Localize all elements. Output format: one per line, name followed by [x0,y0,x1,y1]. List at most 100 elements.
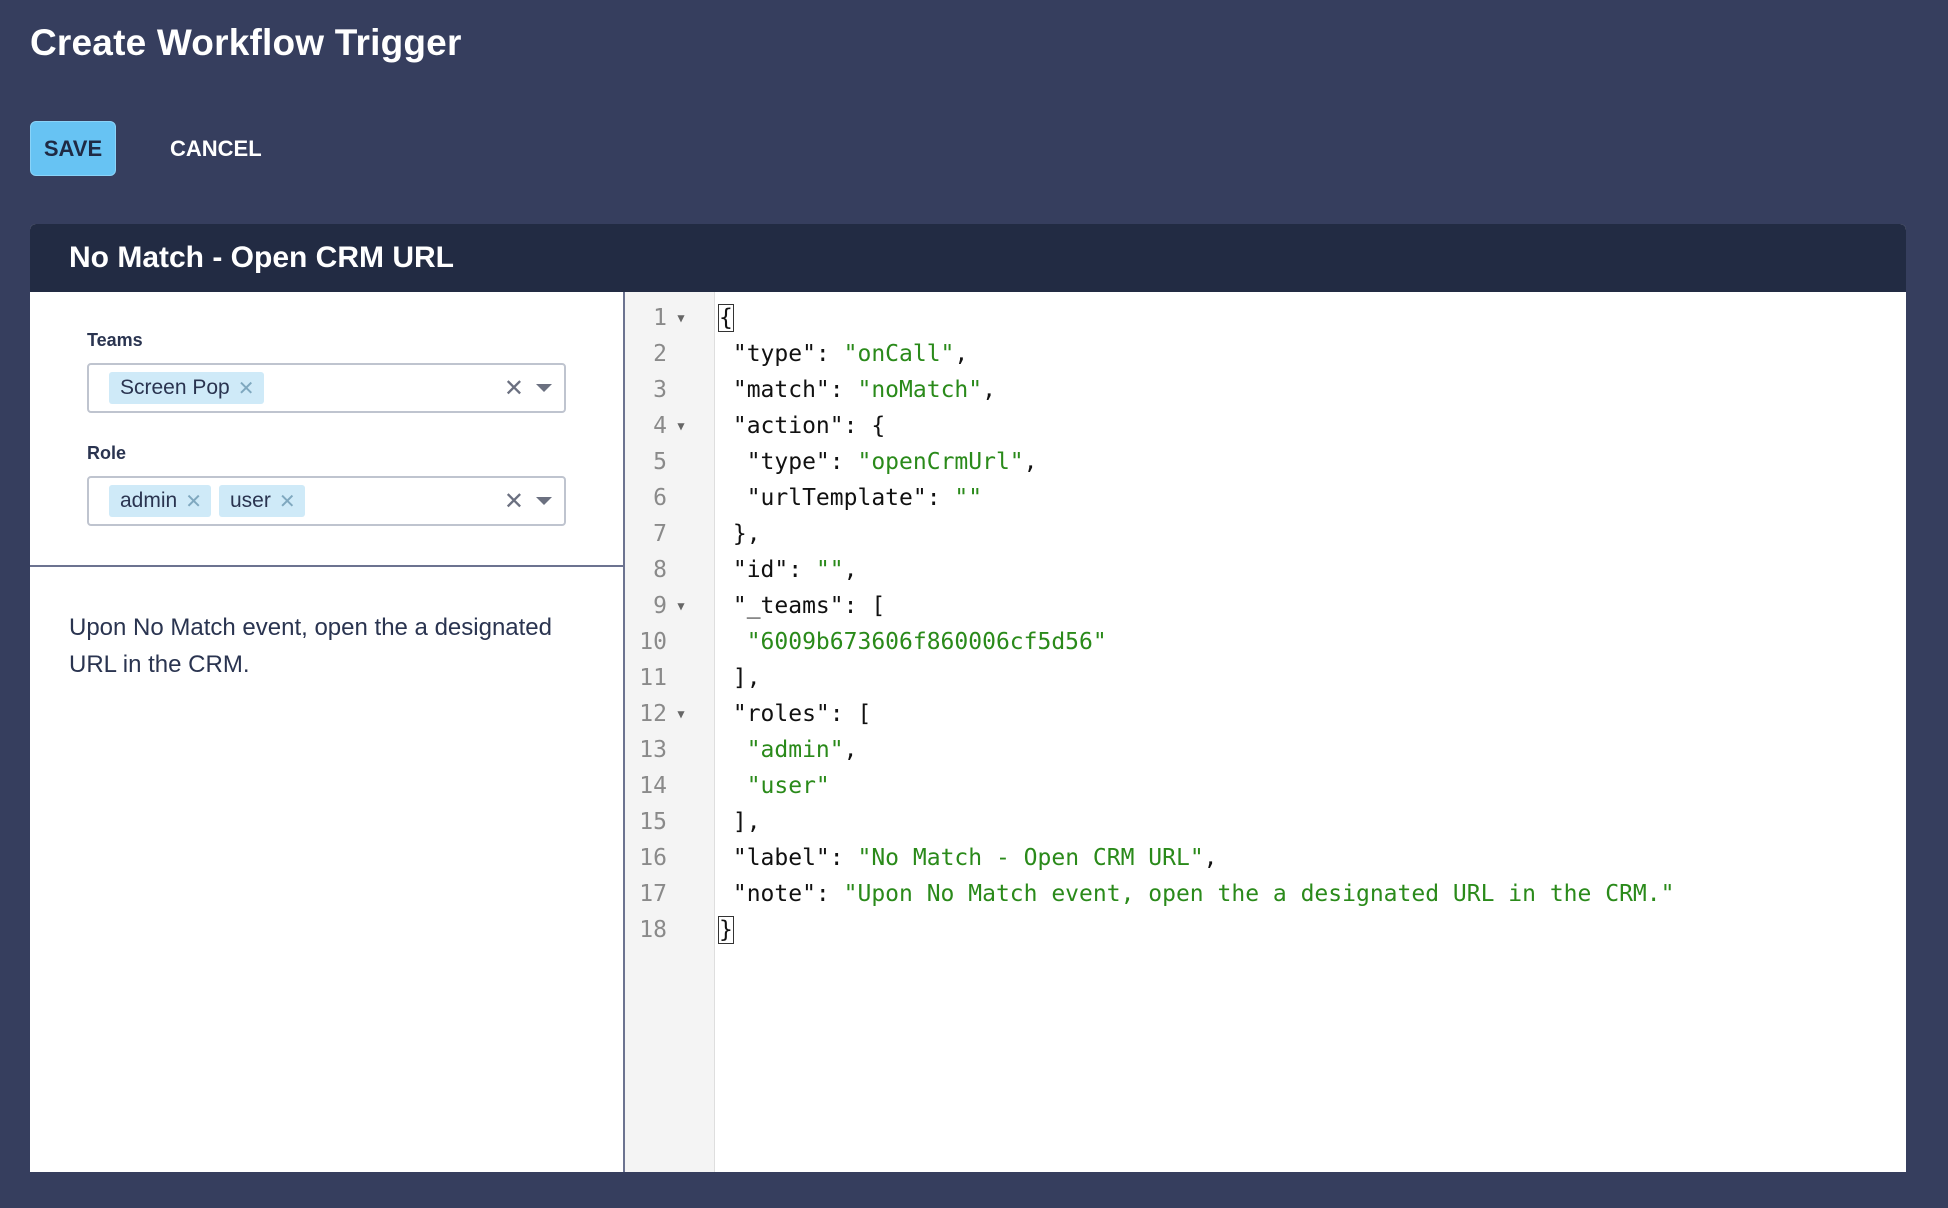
line-number-text: 10 [639,629,667,655]
teams-chip-label: Screen Pop [120,376,230,399]
line-number: 1 ▼ [625,300,714,336]
code-line: }, [719,516,1906,552]
code-token: "label": [719,845,858,871]
editor-code[interactable]: { "type": "onCall", "match": "noMatch", … [715,292,1906,1172]
code-line: "action": { [719,408,1906,444]
code-string-token: "onCall" [843,341,955,367]
code-token: } [718,916,734,944]
json-editor[interactable]: 1 ▼ 2 3 4 ▼ 5 6 7 8 9 ▼ 10 11 12 ▼ 13 14 15 16 17 18 { "type"… [625,292,1906,1172]
line-number: 5 [625,444,714,480]
code-line: "label": "No Match - Open CRM URL", [719,840,1906,876]
role-clear-icon[interactable]: ✕ [504,487,524,516]
code-token: ], [719,665,761,691]
code-token: "type": [719,341,844,367]
remove-chip-icon[interactable]: ✕ [279,489,296,514]
code-token: "urlTemplate": [719,485,955,511]
line-number: 2 [625,336,714,372]
page-title: Create Workflow Trigger [30,22,462,63]
line-number-text: 6 [653,485,667,511]
trigger-panel: No Match - Open CRM URL Teams Screen Pop… [30,224,1906,1172]
code-line: "_teams": [ [719,588,1906,624]
remove-chip-icon[interactable]: ✕ [238,376,255,401]
code-token: , [1023,449,1038,475]
code-line: "6009b673606f860006cf5d56" [719,624,1906,660]
editor-gutter: 1 ▼ 2 3 4 ▼ 5 6 7 8 9 ▼ 10 11 12 ▼ 13 14 15 16 17 18 [625,292,715,1172]
line-number-text: 14 [639,773,667,799]
role-chip-label: user [229,489,271,512]
code-token: , [954,341,969,367]
code-line: ], [719,804,1906,840]
code-string-token: "admin" [719,737,844,763]
code-token: "id": [719,557,816,583]
line-number: 18 [625,912,714,948]
code-token: , [1203,845,1218,871]
save-button[interactable]: SAVE [30,121,116,176]
line-number: 7 [625,516,714,552]
teams-label: Teams [87,330,143,350]
code-string-token: "6009b673606f860006cf5d56" [719,629,1107,655]
panel-title: No Match - Open CRM URL [30,224,1906,292]
code-line: "user" [719,768,1906,804]
fold-arrow-icon[interactable]: ▼ [667,419,695,433]
line-number-text: 18 [639,917,667,943]
line-number: 9 ▼ [625,588,714,624]
line-number: 14 [625,768,714,804]
line-number: 13 [625,732,714,768]
line-number-text: 5 [653,449,667,475]
line-number-text: 13 [639,737,667,763]
line-number-text: 1 [653,305,667,331]
code-token: "note": [719,881,844,907]
role-label: Role [87,443,127,463]
settings-column: Teams Screen Pop ✕ ✕ Role admin ✕ user ✕ ✕ U… [30,292,625,1172]
code-token: , [982,377,996,403]
code-string-token: "" [815,557,844,583]
code-line: "match": "noMatch", [719,372,1906,408]
line-number-text: 3 [653,377,667,403]
fold-arrow-icon[interactable]: ▼ [667,599,695,613]
panel-body: Teams Screen Pop ✕ ✕ Role admin ✕ user ✕ ✕ U… [30,292,1906,1172]
code-token: "roles": [ [719,701,872,727]
line-number-text: 16 [639,845,667,871]
code-string-token: "user" [719,773,830,799]
teams-chips: Screen Pop ✕ [109,372,504,404]
role-chip: user ✕ [218,485,305,517]
code-line: "admin", [719,732,1906,768]
line-number-text: 9 [653,593,667,619]
teams-select[interactable]: Screen Pop ✕ ✕ [87,363,566,413]
line-number: 16 [625,840,714,876]
line-number-text: 8 [653,557,667,583]
code-string-token: "" [954,485,983,511]
code-token: , [843,557,858,583]
role-chevron-down-icon[interactable] [536,497,552,505]
remove-chip-icon[interactable]: ✕ [185,489,202,514]
role-select[interactable]: admin ✕ user ✕ ✕ [87,476,566,526]
line-number: 11 [625,660,714,696]
code-token: ], [719,809,761,835]
role-chip-label: admin [120,489,178,512]
fold-arrow-icon[interactable]: ▼ [667,707,695,721]
fold-arrow-icon[interactable]: ▼ [667,311,695,325]
line-number: 3 [625,372,714,408]
code-token: }, [719,521,761,547]
line-number: 12 ▼ [625,696,714,732]
code-line: "urlTemplate": "" [719,480,1906,516]
role-chips: admin ✕ user ✕ [109,485,504,517]
trigger-form: Teams Screen Pop ✕ ✕ Role admin ✕ user ✕ ✕ [30,292,623,567]
code-line: ], [719,660,1906,696]
code-string-token: "openCrmUrl" [857,449,1024,475]
cancel-button[interactable]: CANCEL [170,136,262,162]
line-number-text: 2 [653,341,667,367]
code-token: , [843,737,858,763]
line-number: 6 [625,480,714,516]
teams-clear-icon[interactable]: ✕ [504,374,524,403]
role-chip: admin ✕ [109,485,211,517]
action-bar: SAVE CANCEL [30,121,262,176]
code-line: } [718,912,1906,948]
line-number-text: 11 [639,665,667,691]
teams-chip: Screen Pop ✕ [109,372,264,404]
line-number: 8 [625,552,714,588]
line-number: 15 [625,804,714,840]
code-token: "type": [719,449,858,475]
teams-chevron-down-icon[interactable] [536,384,552,392]
code-string-token: "noMatch" [857,377,983,403]
